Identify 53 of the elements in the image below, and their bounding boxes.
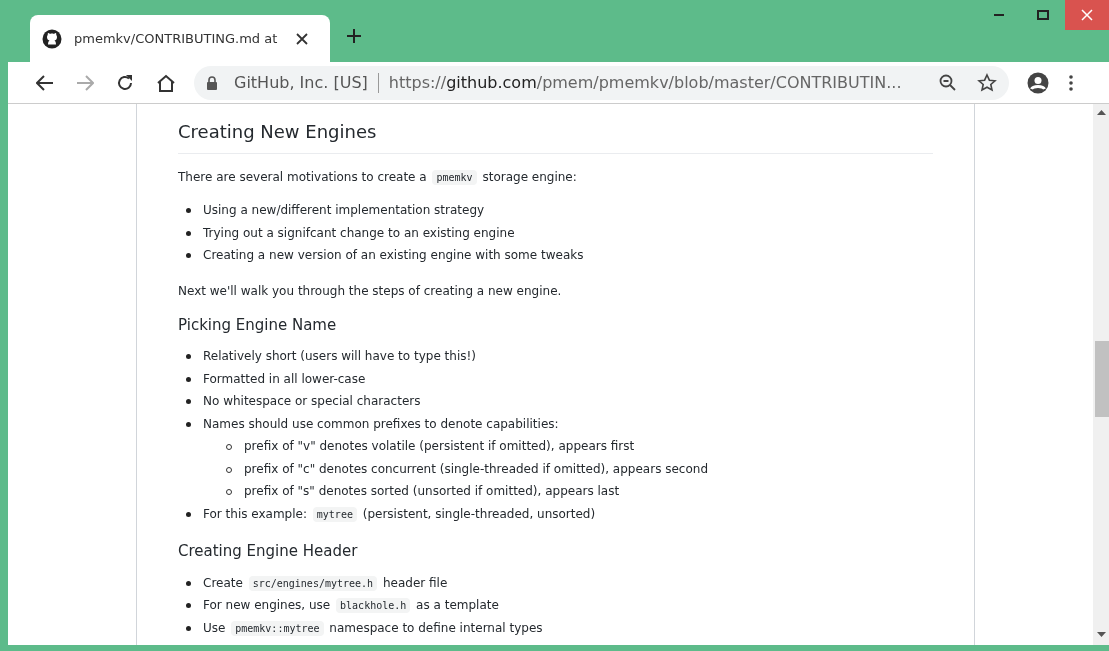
reload-icon[interactable] [116,73,134,92]
bullet-icon [186,421,191,427]
close-icon[interactable] [296,32,308,45]
browser-tab[interactable]: pmemkv/CONTRIBUTING.md at [30,15,330,62]
bullet-icon [186,208,191,213]
scrollbar-thumb[interactable] [1095,341,1109,417]
security-label: GitHub, Inc. [US] [234,71,368,94]
bullet-icon [186,625,191,631]
minimize-icon [994,14,1004,16]
list-item-text: Names should use common prefixes to denote capabilities: [203,415,559,433]
menu-icon[interactable] [1069,74,1073,91]
list-item-text: Using a new/different implementation strategy [203,202,485,219]
bullet-icon [186,511,191,517]
list-item-text: For new engines, use blackhole.h as a template [203,597,499,615]
account-icon[interactable] [1027,71,1049,94]
tab-title: pmemkv/CONTRIBUTING.md at [74,29,279,48]
url-text: https://github.com/pmem/pmemkv/blob/master/CONTRIBUTIN... [388,71,902,94]
bookmark-star-icon[interactable] [977,72,997,93]
section-heading: Creating New Engines [178,118,933,154]
scroll-down-icon[interactable] [1096,632,1106,637]
bullet-icon [186,603,191,608]
new-tab-icon[interactable] [346,28,362,44]
scrollbar[interactable] [1093,104,1109,645]
bullet-icon [186,253,191,258]
scroll-up-icon[interactable] [1096,110,1106,115]
lock-icon [206,75,218,90]
bullet-icon [186,376,191,382]
address-bar[interactable]: GitHub, Inc. [US] https://github.com/pmem/pmemkv/blob/master/CONTRIBUTIN... [194,65,1009,100]
home-icon[interactable] [156,73,176,92]
list-item-text: prefix of "c" denotes concurrent (single-threaded if omitted), appears second [244,460,708,478]
close-icon [1081,9,1093,21]
bullet-icon [186,354,191,359]
bullet-icon [186,580,191,586]
list-item-text: No whitespace or special characters [203,393,421,410]
list-item-text: Formatted in all lower-case [203,370,366,388]
list-item-text: Creating a new version of an existing engine with some tweaks [203,247,584,264]
bullet-icon [186,399,191,404]
list-item-text: For this example: mytree (persistent, single-threaded, unsorted) [203,505,596,524]
paragraph: There are several motivations to create a pmemkv storage engine: [178,169,578,186]
list-item-text: Create src/engines/mytree.h header file [203,574,448,593]
subsection-heading: Creating Engine Header [178,541,359,562]
paragraph: Next we'll walk you through the steps of creating a new engine. [178,282,563,300]
maximize-icon [1037,10,1049,20]
github-logo-icon [42,28,62,49]
list-item-text: Use pmemkv::mytree namespace to define internal types [203,619,543,638]
list-item-text: prefix of "v" denotes volatile (persistent if omitted), appears first [244,438,635,455]
subsection-heading: Picking Engine Name [178,314,338,336]
list-item-text: prefix of "s" denotes sorted (unsorted if omitted), appears last [244,483,620,500]
back-arrow-icon[interactable] [36,74,54,91]
bullet-icon [186,230,191,236]
zoom-icon[interactable] [939,73,957,92]
list-item-text: Trying out a signifcant change to an existing engine [203,224,515,242]
list-item-text: Relatively short (users will have to type this!) [203,348,476,365]
